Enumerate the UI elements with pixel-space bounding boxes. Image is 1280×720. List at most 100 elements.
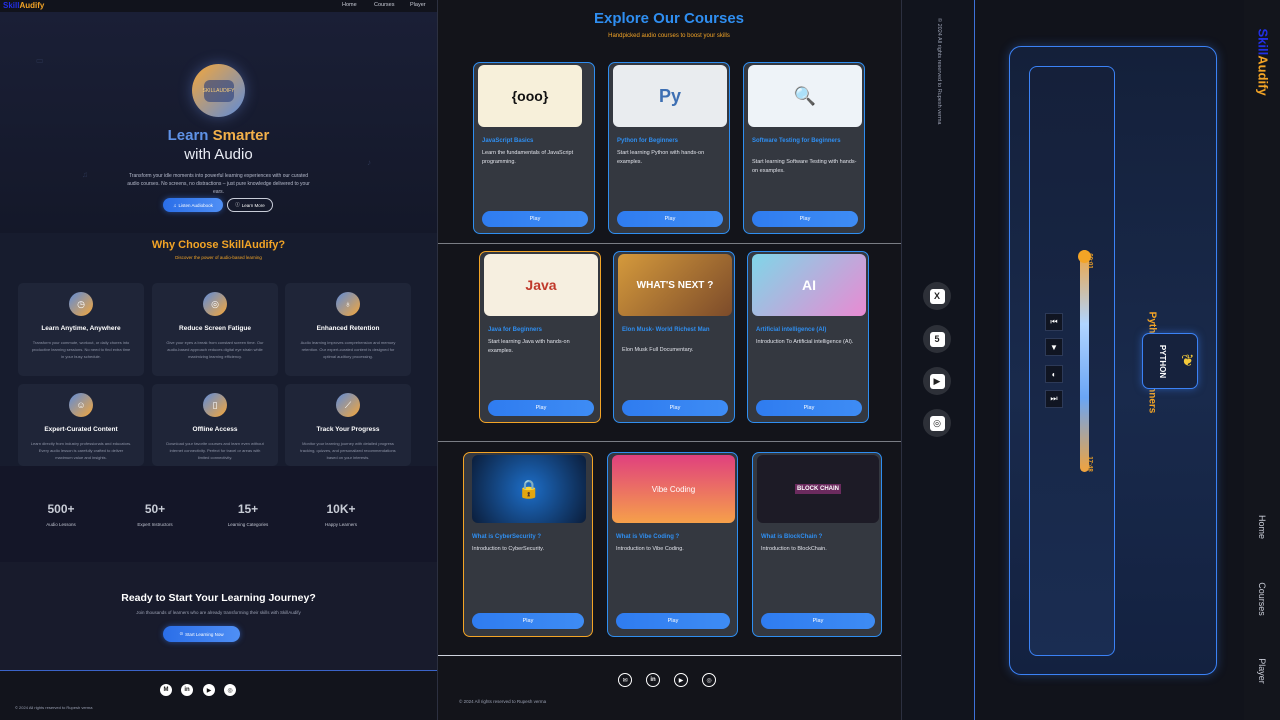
course-thumbnail: WHAT'S NEXT ? xyxy=(618,254,732,316)
thumb-label: 🔍 xyxy=(793,85,817,106)
feature-desc: Transform your commute, workout, or dail… xyxy=(31,340,131,359)
mail-icon[interactable]: M xyxy=(160,684,172,696)
course-title: Artificial intelligence (AI) xyxy=(756,327,827,333)
feature-title: Learn Anytime, Anywhere xyxy=(41,325,121,332)
brand-logo[interactable]: SkillAudify xyxy=(3,1,44,10)
instagram-icon[interactable]: ◎ xyxy=(923,409,951,437)
thumb-label: Vibe Coding xyxy=(651,484,696,494)
thumb-label: 🔒 xyxy=(517,478,541,499)
play-button[interactable]: Play xyxy=(617,211,723,227)
music-icon: ♫ xyxy=(82,170,88,179)
current-time: 00:01 xyxy=(1086,253,1093,269)
youtube-icon[interactable]: ▶ xyxy=(203,684,215,696)
feature-card: ♁ Enhanced Retention Audio learning impr… xyxy=(285,283,411,376)
youtube-icon-glyph: ▶ xyxy=(206,687,212,694)
stat-number: 15+ xyxy=(237,502,259,516)
book-icon: ▭ xyxy=(36,56,44,65)
thumb-label: Java xyxy=(525,277,557,293)
home-footer: M in ▶ ◎ © 2024 All rights reserved to R… xyxy=(0,670,437,720)
feature-title: Enhanced Retention xyxy=(316,325,380,332)
stat-item: 10K+ Happy Learners xyxy=(311,502,371,527)
stat-label: Expert Instructors xyxy=(137,522,173,527)
hero-section: ▭ ♪ ♫ SKILLAUDIFY Learn Smarter with Aud… xyxy=(0,12,437,233)
stat-number: 500+ xyxy=(47,502,75,516)
course-thumbnail: {ooo} xyxy=(478,65,582,127)
why-section: Why Choose SkillAudify? Discover the pow… xyxy=(0,233,437,466)
play-button[interactable]: Play xyxy=(488,400,594,416)
play-button[interactable]: Play xyxy=(756,400,862,416)
pause-button[interactable]: ▼ xyxy=(1045,338,1063,356)
nav-player-link[interactable]: Player xyxy=(1257,639,1267,703)
feature-card: ◷ Learn Anytime, Anywhere Transform your… xyxy=(18,283,144,376)
play-label: Play xyxy=(803,405,815,411)
cta-section: Ready to Start Your Learning Journey? Jo… xyxy=(0,562,437,670)
nav-courses-link[interactable]: Courses xyxy=(374,2,394,8)
previous-button[interactable]: ⏮ xyxy=(1045,313,1063,331)
progress-track[interactable] xyxy=(1080,250,1089,472)
courses-footer: ✉ in ▶ ◎ © 2024 All rights reserved to R… xyxy=(438,655,901,720)
nav-player-link[interactable]: Player xyxy=(410,2,426,8)
course-desc: Introduction to CyberSecurity. xyxy=(472,546,545,552)
thumb-label: {ooo} xyxy=(511,88,549,104)
why-title: Why Choose SkillAudify? xyxy=(151,239,286,251)
x-icon-glyph: X xyxy=(929,288,945,304)
speed-button[interactable]: ◐ xyxy=(1045,365,1063,383)
play-label: Play xyxy=(522,618,534,624)
feature-title: Track Your Progress xyxy=(316,426,380,433)
blog-icon[interactable]: 5 xyxy=(923,325,951,353)
brand-prefix: Skill xyxy=(1255,28,1271,56)
next-button[interactable]: ⏭ xyxy=(1045,390,1063,408)
youtube-icon-glyph: ▶ xyxy=(929,373,945,389)
course-card: 🔍 Software Testing for Beginners Start l… xyxy=(743,62,865,234)
mail-icon[interactable]: ✉ xyxy=(618,673,632,687)
course-thumbnail: BLOCK CHAIN xyxy=(757,455,879,523)
learn-more-button[interactable]: ⓘ Learn More xyxy=(227,198,273,212)
linkedin-icon-glyph: in xyxy=(184,687,190,693)
python-logo: PYTHON ❦ xyxy=(1142,333,1198,389)
chart-icon: ⟋ xyxy=(336,393,360,417)
course-desc: Learn the fundamentals of JavaScript pro… xyxy=(482,150,574,165)
home-panel: SkillAudify Home Courses Player ▭ ♪ ♫ SK… xyxy=(0,0,437,720)
instagram-icon[interactable]: ◎ xyxy=(702,673,716,687)
why-subtitle: Discover the power of audio-based learni… xyxy=(175,255,262,260)
nav-home-link[interactable]: Home xyxy=(1257,495,1267,559)
hero-description: Transform your idle moments into powerfu… xyxy=(127,173,310,195)
start-learning-button[interactable]: ⊙ Start Learning Now xyxy=(163,626,240,642)
course-title: Software Testing for Beginners xyxy=(752,138,841,144)
hero-title-smarter: Smarter xyxy=(212,127,270,144)
blog-icon-glyph: 5 xyxy=(929,331,945,347)
play-button[interactable]: Play xyxy=(761,613,875,629)
instagram-icon[interactable]: ◎ xyxy=(224,684,236,696)
x-icon[interactable]: X xyxy=(923,282,951,310)
previous-icon: ⏮ xyxy=(1050,317,1058,326)
stat-number: 50+ xyxy=(144,502,166,516)
linkedin-icon[interactable]: in xyxy=(646,673,660,687)
headphones-small-icon: ♫ xyxy=(173,202,177,208)
play-circle-icon: ⊙ xyxy=(179,631,184,636)
eye-slash-icon: ◎ xyxy=(203,292,227,316)
nav-home-link[interactable]: Home xyxy=(342,2,357,8)
play-button[interactable]: Play xyxy=(622,400,728,416)
next-icon: ⏭ xyxy=(1050,394,1058,403)
listen-audiobook-button[interactable]: ♫ Listen Audiobook xyxy=(163,198,223,212)
play-button[interactable]: Play xyxy=(472,613,584,629)
top-navbar: SkillAudify Home Courses Player xyxy=(0,0,437,12)
feature-card: ▯ Offline Access Download your favorite … xyxy=(152,384,278,466)
play-button[interactable]: Play xyxy=(616,613,730,629)
headphones-icon: SKILLAUDIFY xyxy=(203,79,234,102)
brand-logo[interactable]: SkillAudify xyxy=(1256,29,1271,99)
play-button[interactable]: Play xyxy=(752,211,858,227)
instagram-icon-glyph: ◎ xyxy=(929,415,945,431)
feature-title: Expert-Curated Content xyxy=(44,426,118,433)
thumb-label: WHAT'S NEXT ? xyxy=(636,279,714,291)
course-card: BLOCK CHAIN What is BlockChain ? Introdu… xyxy=(752,452,882,637)
play-button[interactable]: Play xyxy=(482,211,588,227)
course-card: WHAT'S NEXT ? Elon Musk- World Richest M… xyxy=(613,251,735,423)
start-learning-label: Start Learning Now xyxy=(185,631,224,637)
nav-courses-link[interactable]: Courses xyxy=(1257,567,1267,631)
youtube-icon[interactable]: ▶ xyxy=(674,673,688,687)
linkedin-icon[interactable]: in xyxy=(181,684,193,696)
youtube-icon[interactable]: ▶ xyxy=(923,367,951,395)
stat-label: Happy Learners xyxy=(324,522,358,527)
learn-more-label: Learn More xyxy=(241,202,265,208)
